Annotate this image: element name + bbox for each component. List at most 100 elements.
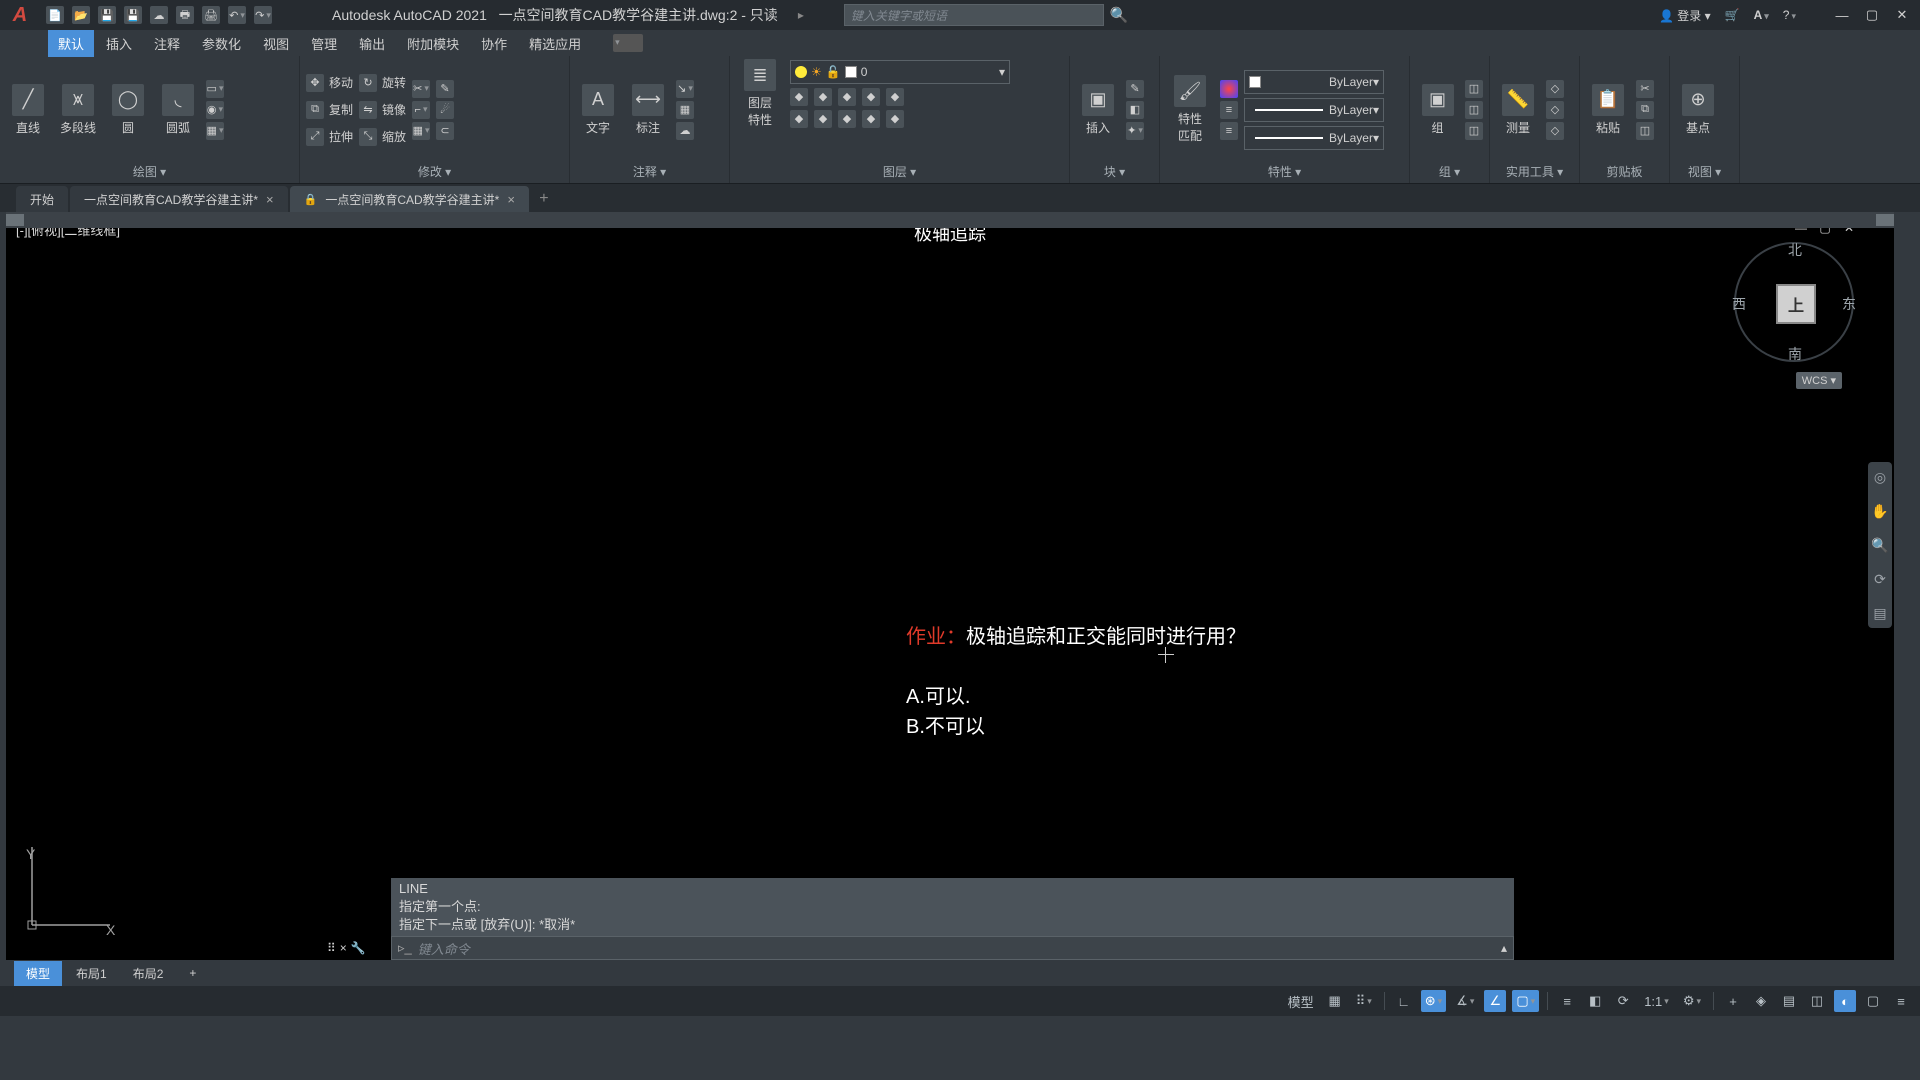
cmd-grip-icon[interactable]: ⠿ — [327, 941, 336, 955]
menu-default[interactable]: 默认 — [48, 30, 94, 57]
vc-east[interactable]: 东 — [1842, 294, 1856, 314]
scroll-right[interactable] — [1876, 214, 1894, 226]
linetype-dropdown[interactable]: ByLayer ▾ — [1244, 126, 1384, 150]
drawing-canvas[interactable]: [-][俯视][二维线框] 极轴追踪 作业：极轴追踪和正交能同时进行用？ A.可… — [6, 212, 1894, 960]
vc-south[interactable]: 南 — [1788, 344, 1802, 364]
util-3-icon[interactable]: ◇ — [1546, 122, 1564, 140]
tab-doc2[interactable]: 🔒一点空间教育CAD教学谷建主讲*× — [290, 186, 529, 212]
wcs-tag[interactable]: WCS ▾ — [1796, 372, 1842, 389]
fillet-icon[interactable]: ⌐ — [412, 101, 430, 119]
help-icon[interactable]: ? — [1783, 8, 1796, 22]
group-edit-icon[interactable]: ◫ — [1465, 101, 1483, 119]
layer-tool-5[interactable]: ◆ — [886, 88, 904, 106]
cmd-handle[interactable]: ⠿ × 🔧 — [327, 936, 366, 960]
layout-2[interactable]: 布局2 — [121, 961, 176, 986]
panel-layer-title[interactable]: 图层 ▾ — [736, 160, 1063, 183]
stretch-button[interactable]: ⤢拉伸 — [306, 125, 353, 149]
close-button[interactable]: ✕ — [1890, 6, 1914, 24]
nav-zoom-icon[interactable]: 🔍 — [1871, 536, 1889, 554]
hatch-icon[interactable]: ▦ — [206, 122, 224, 140]
insert-button[interactable]: ▣插入 — [1076, 84, 1120, 136]
viewcube-ring[interactable]: 上 北 南 东 西 — [1734, 242, 1854, 362]
menu-manage[interactable]: 管理 — [301, 30, 347, 57]
viewcube-top[interactable]: 上 — [1776, 284, 1816, 324]
block-edit-icon[interactable]: ✎ — [1126, 80, 1144, 98]
status-isodraft-icon[interactable]: ∡ — [1452, 990, 1478, 1012]
cmd-wrench-icon[interactable]: 🔧 — [351, 941, 366, 955]
panel-modify-title[interactable]: 修改 ▾ — [306, 160, 563, 183]
status-grid-icon[interactable]: ▦ — [1324, 990, 1346, 1012]
tab-start[interactable]: 开始 — [16, 186, 68, 212]
plot-icon[interactable]: 🖶 — [176, 6, 194, 24]
scroll-left[interactable] — [6, 214, 24, 226]
status-iso-icon[interactable]: ◈ — [1750, 990, 1772, 1012]
dim-button[interactable]: ⟷标注 — [626, 84, 670, 136]
menu-view[interactable]: 视图 — [253, 30, 299, 57]
status-scale[interactable]: 1:1 — [1640, 990, 1673, 1012]
leader-icon[interactable]: ↘ — [676, 80, 694, 98]
copy-button[interactable]: ⧉复制 — [306, 98, 353, 122]
layer-tool-7[interactable]: ◆ — [814, 110, 832, 128]
app-logo[interactable]: A — [6, 1, 34, 29]
cart-icon[interactable]: 🛒 — [1725, 8, 1740, 22]
trim-icon[interactable]: ✂ — [412, 80, 430, 98]
saveas-icon[interactable]: 💾 — [124, 6, 142, 24]
menu-annotate[interactable]: 注释 — [144, 30, 190, 57]
menu-collab[interactable]: 协作 — [471, 30, 517, 57]
layout-add[interactable]: + — [177, 962, 208, 984]
color-wheel-icon[interactable] — [1220, 80, 1238, 98]
arc-button[interactable]: ◟圆弧 — [156, 84, 200, 136]
layer-dropdown[interactable]: ☀ 🔓 0 ▾ — [790, 60, 1010, 84]
layout-1[interactable]: 布局1 — [64, 961, 119, 986]
search-input[interactable]: 键入关键字或短语 — [844, 4, 1104, 26]
layer-prop-button[interactable]: ≣图层 特性 — [736, 59, 784, 128]
panel-annotate-title[interactable]: 注释 ▾ — [576, 160, 723, 183]
tab-close-2[interactable]: × — [507, 192, 515, 207]
undo-icon[interactable]: ↶ — [228, 6, 246, 24]
status-otrack-icon[interactable]: ∠ — [1484, 990, 1506, 1012]
lineweight-dropdown[interactable]: ByLayer ▾ — [1244, 98, 1384, 122]
color-dropdown[interactable]: ByLayer ▾ — [1244, 70, 1384, 94]
viewcube[interactable]: 上 北 南 东 西 — [1734, 242, 1854, 362]
util-2-icon[interactable]: ◇ — [1546, 101, 1564, 119]
print-icon[interactable]: 🖨 — [202, 6, 220, 24]
cmd-expand-icon[interactable]: ▴ — [1495, 941, 1513, 955]
status-plus-icon[interactable]: + — [1722, 990, 1744, 1012]
minimize-button[interactable]: — — [1830, 6, 1854, 24]
app-a-icon[interactable]: A — [1754, 8, 1769, 22]
group-sel-icon[interactable]: ◫ — [1465, 122, 1483, 140]
erase-icon[interactable]: ✎ — [436, 80, 454, 98]
save-icon[interactable]: 💾 — [98, 6, 116, 24]
panel-draw-title[interactable]: 绘图 ▾ — [6, 160, 293, 183]
menu-parametric[interactable]: 参数化 — [192, 30, 251, 57]
util-1-icon[interactable]: ◇ — [1546, 80, 1564, 98]
rectangle-icon[interactable]: ▭ — [206, 80, 224, 98]
explode-icon[interactable]: ☄ — [436, 101, 454, 119]
block-create-icon[interactable]: ✦ — [1126, 122, 1144, 140]
move-button[interactable]: ✥移动 — [306, 71, 353, 95]
layer-tool-1[interactable]: ◆ — [790, 88, 808, 106]
layer-tool-8[interactable]: ◆ — [838, 110, 856, 128]
measure-button[interactable]: 📏测量 — [1496, 84, 1540, 136]
text-button[interactable]: A文字 — [576, 84, 620, 136]
menu-share-icon[interactable] — [613, 34, 643, 52]
menu-featured[interactable]: 精选应用 — [519, 30, 591, 57]
line-button[interactable]: ╱直线 — [6, 84, 50, 136]
status-osnap-icon[interactable]: ▢ — [1512, 990, 1539, 1012]
panel-group-title[interactable]: 组 ▾ — [1416, 160, 1483, 183]
base-button[interactable]: ⊕基点 — [1676, 84, 1720, 136]
cmd-close-icon[interactable]: × — [340, 941, 347, 955]
cloud-icon[interactable]: ☁ — [676, 122, 694, 140]
status-custom-icon[interactable]: ≡ — [1890, 990, 1912, 1012]
menu-output[interactable]: 输出 — [349, 30, 395, 57]
scale-button[interactable]: ⤡缩放 — [359, 125, 406, 149]
layer-tool-2[interactable]: ◆ — [814, 88, 832, 106]
match-prop-button[interactable]: 🖌特性 匹配 — [1166, 75, 1214, 144]
layer-tool-9[interactable]: ◆ — [862, 110, 880, 128]
layer-tool-4[interactable]: ◆ — [862, 88, 880, 106]
cut-icon[interactable]: ✂ — [1636, 80, 1654, 98]
tab-doc1[interactable]: 一点空间教育CAD教学谷建主讲*× — [70, 186, 288, 212]
status-hw-icon[interactable]: ◐ — [1834, 990, 1856, 1012]
nav-orbit-icon[interactable]: ⟳ — [1871, 570, 1889, 588]
user-icon[interactable]: 👤 登录 ▾ — [1659, 7, 1711, 24]
